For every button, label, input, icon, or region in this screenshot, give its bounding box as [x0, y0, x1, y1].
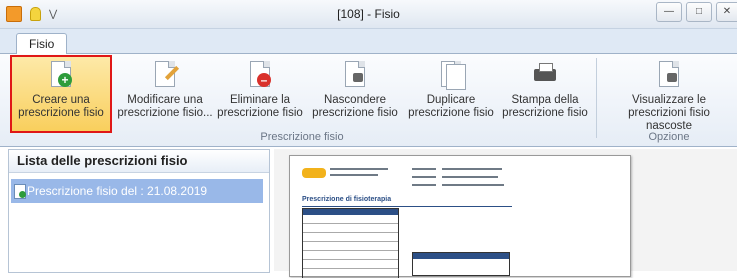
panel-title: Lista delle prescrizioni fisio [9, 150, 269, 173]
ribbon-tab-strip: Fisio [0, 29, 737, 54]
duplicate-document-icon [438, 61, 466, 90]
add-document-icon: + [48, 61, 74, 89]
header-text-line [412, 168, 436, 170]
print-prescription-label-2: prescrizione fisio [502, 107, 588, 119]
tab-fisio[interactable]: Fisio [16, 33, 68, 54]
header-text-line [442, 176, 498, 178]
list-item[interactable]: Prescrizione fisio del : 21.08.2019 [11, 179, 263, 203]
print-prescription-label-1: Stampa della [511, 94, 579, 106]
show-hidden-prescriptions-button[interactable]: Visualizzare le prescrizioni fisio nasco… [604, 57, 734, 132]
minimize-button[interactable]: — [656, 2, 682, 22]
delete-document-icon: – [247, 61, 273, 89]
edit-prescription-label-1: Modificare una [127, 94, 203, 106]
list-item-label: Prescrizione fisio del : 21.08.2019 [27, 184, 208, 198]
clinic-logo [302, 168, 326, 178]
preview-patient-table [302, 208, 399, 278]
show-hidden-icon [656, 61, 682, 89]
maximize-button[interactable]: □ [686, 2, 712, 22]
delete-prescription-label-1: Eliminare la [229, 94, 291, 106]
preview-title-rule [302, 206, 512, 207]
header-text-line [412, 176, 436, 178]
prescription-document-icon [14, 184, 26, 199]
print-prescription-button[interactable]: Stampa della prescrizione fisio [500, 57, 590, 131]
edit-prescription-label-2: prescrizione fisio... [117, 107, 213, 119]
prescription-list-panel: Lista delle prescrizioni fisio Prescrizi… [8, 149, 270, 273]
preview-diagnosis-box [412, 252, 510, 276]
create-prescription-label-2: prescrizione fisio [18, 107, 104, 119]
header-text-line [442, 168, 502, 170]
delete-prescription-button[interactable]: – Eliminare la prescrizione fisio [216, 57, 304, 131]
edit-document-icon [152, 61, 180, 89]
printer-icon [532, 61, 558, 89]
window-controls: — □ ✕ [656, 2, 737, 22]
create-prescription-button[interactable]: + Creare una prescrizione fisio [10, 55, 112, 133]
close-button[interactable]: ✕ [716, 2, 737, 22]
group-label-prescription: Prescrizione fisio [260, 131, 344, 143]
show-hidden-label-1: Visualizzare le [632, 94, 706, 106]
header-text-line [330, 174, 378, 176]
preview-page[interactable]: Prescrizione di fisioterapia [289, 155, 631, 278]
title-bar: ⋁ [108] - Fisio — □ ✕ [0, 0, 737, 29]
hide-prescription-label-2: prescrizione fisio [312, 107, 398, 119]
window-title: [108] - Fisio [337, 7, 400, 21]
ribbon: + Creare una prescrizione fisio Modifica… [0, 54, 737, 147]
ribbon-group-separator [596, 58, 597, 138]
create-prescription-label-1: Creare una [32, 94, 90, 106]
duplicate-prescription-button[interactable]: Duplicare prescrizione fisio [404, 57, 498, 131]
show-hidden-label-2: prescrizioni fisio nascoste [628, 107, 710, 132]
hide-prescription-label-1: Nascondere [323, 94, 386, 106]
group-label-option: Opzione [648, 131, 690, 143]
edit-prescription-button[interactable]: Modificare una prescrizione fisio... [114, 57, 216, 131]
header-text-line [412, 184, 436, 186]
header-text-line [442, 184, 504, 186]
header-text-line [330, 168, 388, 170]
duplicate-prescription-label-2: prescrizione fisio [408, 107, 494, 119]
delete-prescription-label-2: prescrizione fisio [217, 107, 303, 119]
hide-prescription-button[interactable]: Nascondere prescrizione fisio [308, 57, 402, 131]
duplicate-prescription-label-1: Duplicare [426, 94, 476, 106]
hide-document-icon [342, 61, 368, 89]
preview-document-title: Prescrizione di fisioterapia [302, 196, 392, 203]
document-preview: Prescrizione di fisioterapia [274, 149, 737, 278]
